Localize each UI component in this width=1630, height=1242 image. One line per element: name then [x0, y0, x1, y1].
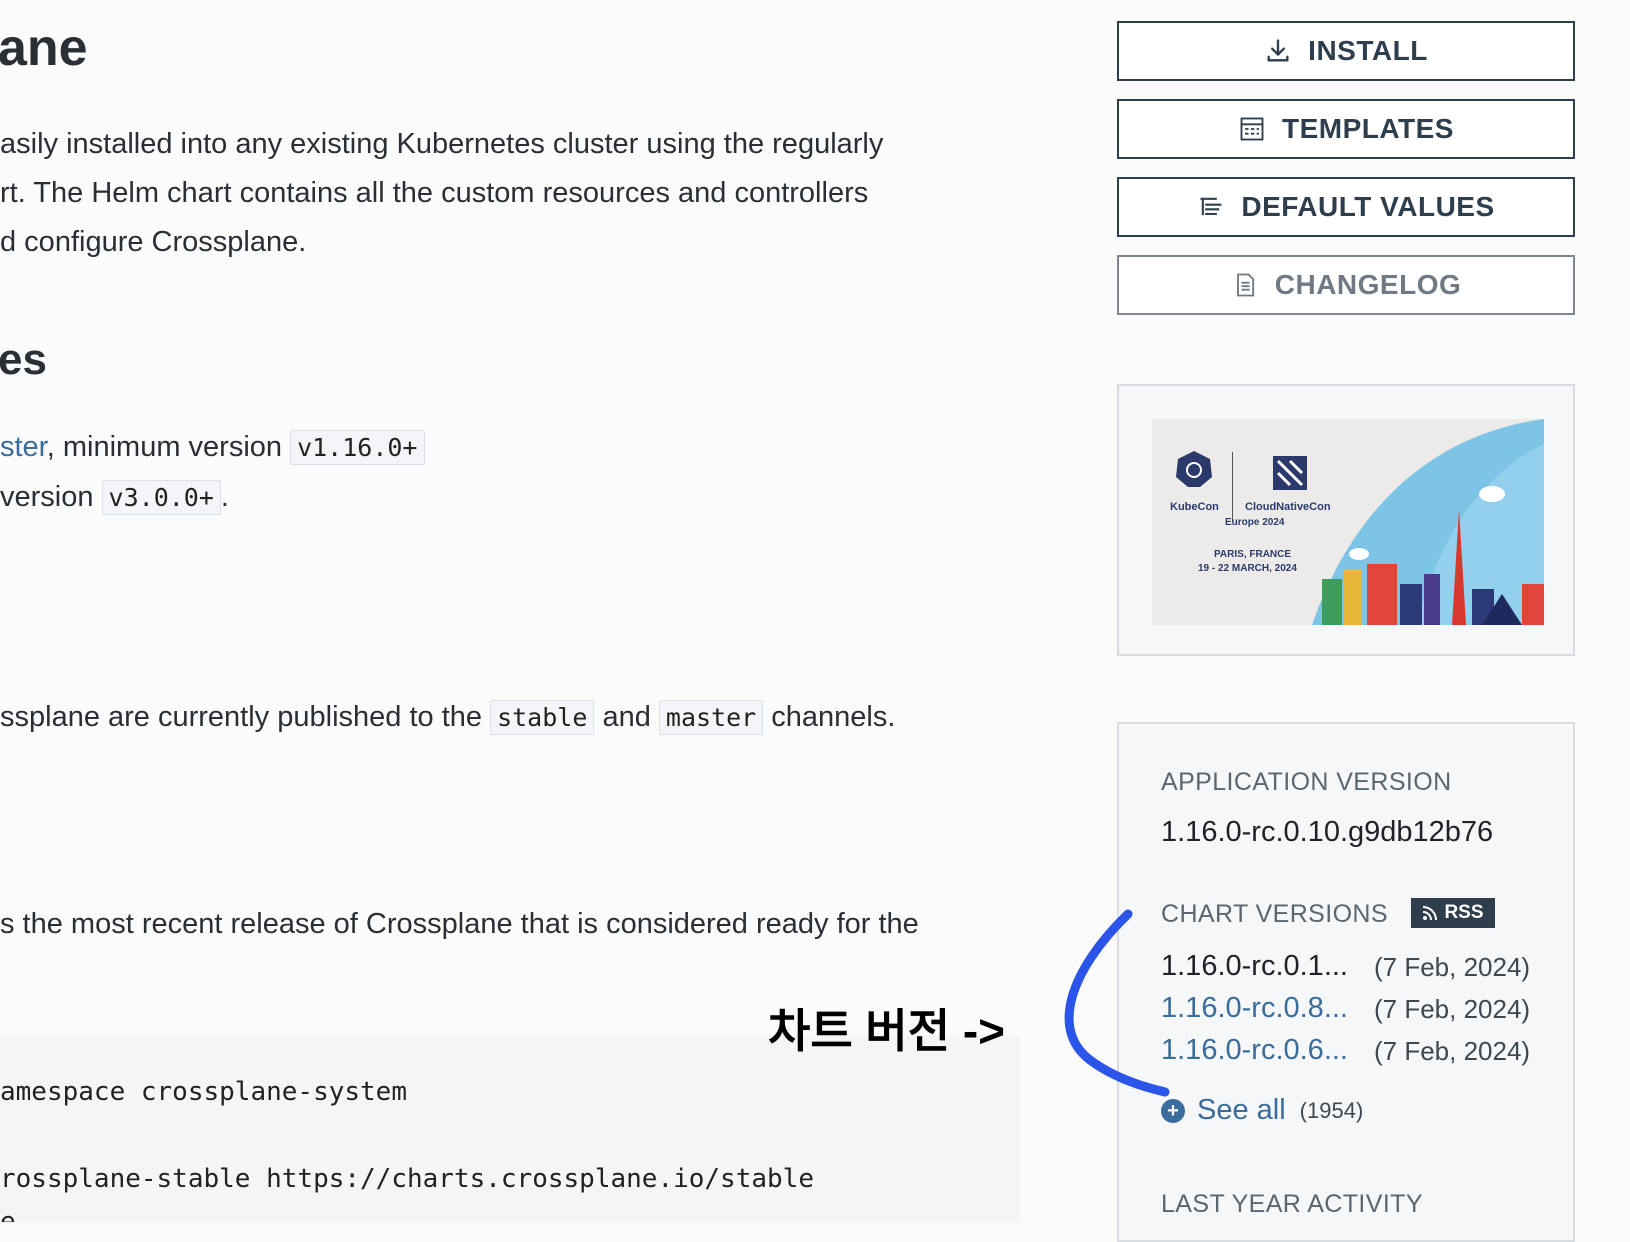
cncf-logo-icon [1273, 456, 1307, 490]
changelog-button[interactable]: CHANGELOG [1117, 255, 1575, 315]
install-code-block: amespace crossplane-system rossplane-sta… [0, 1035, 1020, 1222]
channels-pre: ssplane are currently published to the [0, 701, 491, 733]
templates-icon [1238, 115, 1266, 143]
last-year-activity-label: LAST YEAR ACTIVITY [1161, 1190, 1423, 1218]
app-version-label: APPLICATION VERSION [1161, 768, 1452, 796]
kubernetes-logo-icon [1176, 451, 1212, 487]
package-info-box: APPLICATION VERSION 1.16.0-rc.0.10.g9db1… [1117, 722, 1575, 1242]
page-title: ane [0, 19, 88, 77]
app-version-value: 1.16.0-rc.0.10.g9db12b76 [1161, 816, 1494, 848]
chart-version-date: (7 Feb, 2024) [1374, 1036, 1531, 1066]
helm-version-code: v3.0.0+ [101, 480, 221, 515]
code-line: amespace crossplane-system [0, 1077, 407, 1107]
channels-post: channels. [763, 701, 896, 733]
chart-version-date: (7 Feb, 2024) [1374, 952, 1531, 982]
kubecon-banner[interactable]: KubeCon CloudNativeCon Europe 2024 PARIS… [1152, 419, 1544, 625]
chart-version-item: 1.16.0-rc.0.1... [1161, 950, 1348, 982]
dates-text: 19 - 22 MARCH, 2024 [1198, 563, 1297, 574]
rss-label: RSS [1444, 902, 1484, 923]
chart-versions-label: CHART VERSIONS [1161, 900, 1388, 928]
prereq-line-2: version v3.0.0+. [0, 480, 229, 515]
intro-line-2: rt. The Helm chart contains all the cust… [0, 177, 869, 209]
master-code: master [658, 700, 764, 735]
kubecon-text: KubeCon [1170, 501, 1219, 513]
install-button-label: INSTALL [1308, 35, 1428, 66]
list-icon [1197, 193, 1225, 221]
location-text: PARIS, FRANCE [1214, 549, 1292, 560]
k8s-version-code: v1.16.0+ [290, 430, 425, 465]
see-all-label: See all [1197, 1094, 1286, 1126]
readme-content: ane asily installed into any existing Ku… [0, 0, 1040, 1222]
chart-version-link[interactable]: 1.16.0-rc.0.6... [1161, 1034, 1348, 1067]
stable-code: stable [490, 700, 595, 735]
code-line: e [0, 1207, 16, 1222]
rss-button[interactable]: RSS [1411, 898, 1495, 928]
install-button[interactable]: INSTALL [1117, 21, 1575, 81]
prereq-line-1: ster, minimum version v1.16.0+ [0, 430, 425, 465]
chart-version-link[interactable]: 1.16.0-rc.0.8... [1161, 992, 1348, 1025]
channels-line: ssplane are currently published to the s… [0, 700, 896, 735]
sponsor-box: KubeCon CloudNativeCon Europe 2024 PARIS… [1117, 384, 1575, 656]
cloudnativecon-text: CloudNativeCon [1245, 501, 1331, 513]
intro-line-1: asily installed into any existing Kubern… [0, 128, 884, 160]
kubernetes-cluster-link[interactable]: ster [0, 431, 47, 463]
chart-version-annotation: 차트 버전 -> [768, 1005, 1006, 1057]
prereq-text: , minimum version [46, 431, 291, 463]
plus-circle-icon: + [1161, 1098, 1185, 1123]
channels-mid: and [594, 701, 659, 733]
stable-description: s the most recent release of Crossplane … [0, 908, 919, 940]
default-values-button[interactable]: DEFAULT VALUES [1117, 177, 1575, 237]
document-icon [1231, 271, 1259, 299]
default-values-button-label: DEFAULT VALUES [1241, 191, 1495, 222]
intro-line-3: d configure Crossplane. [0, 226, 307, 258]
prereq-end: . [220, 481, 229, 513]
templates-button-label: TEMPLATES [1282, 113, 1454, 144]
see-all-count: (1954) [1299, 1097, 1364, 1123]
templates-button[interactable]: TEMPLATES [1117, 99, 1575, 159]
changelog-button-label: CHANGELOG [1274, 269, 1462, 300]
prerequisites-heading: es [0, 335, 47, 384]
edition-text: Europe 2024 [1225, 517, 1285, 528]
chart-version-date: (7 Feb, 2024) [1374, 994, 1531, 1024]
rss-icon [1423, 906, 1438, 921]
prereq-text: version [0, 481, 102, 513]
see-all-versions-link[interactable]: + See all (1954) [1161, 1094, 1363, 1127]
code-line: rossplane-stable https://charts.crosspla… [0, 1164, 814, 1194]
download-icon [1264, 37, 1292, 65]
